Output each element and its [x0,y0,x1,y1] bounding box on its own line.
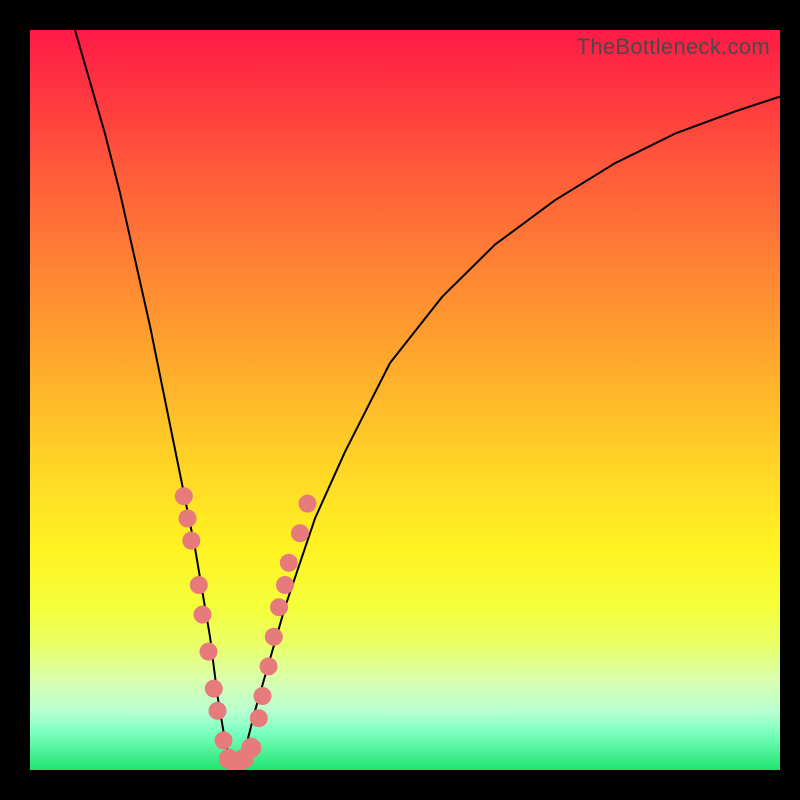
data-point [175,487,193,505]
data-point [280,554,298,572]
data-point [254,687,272,705]
scatter-points [175,487,317,770]
data-point [205,680,223,698]
data-point [190,576,208,594]
watermark-text: TheBottleneck.com [577,34,770,60]
data-point [270,598,288,616]
data-point [276,576,294,594]
data-point [209,702,227,720]
bottleneck-curve [75,30,780,770]
data-point [250,709,268,727]
data-point [241,738,261,758]
data-point [291,524,309,542]
data-point [200,643,218,661]
data-point [194,606,212,624]
data-point [265,628,283,646]
plot-area: TheBottleneck.com [30,30,780,770]
data-point [260,657,278,675]
data-point [219,749,239,769]
data-point [179,509,197,527]
data-point [226,756,246,770]
data-point [182,532,200,550]
chart-frame: TheBottleneck.com [0,0,800,800]
curve-layer [30,30,780,770]
data-point [234,749,254,769]
data-point [299,495,317,513]
data-point [215,731,233,749]
